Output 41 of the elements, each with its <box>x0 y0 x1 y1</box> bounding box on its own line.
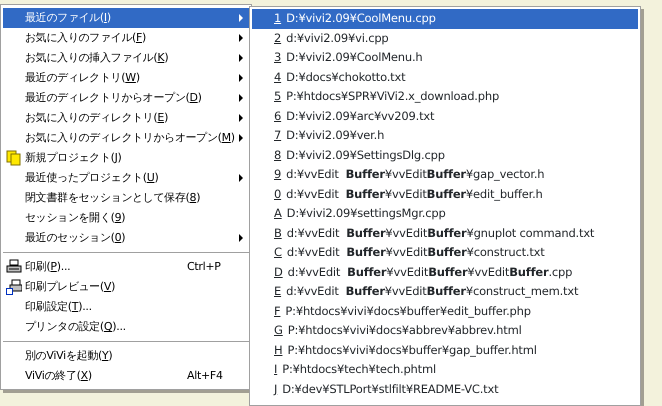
menu-item[interactable]: お気に入りのディレクトリ(E) <box>3 108 249 128</box>
recent-file-item[interactable]: I P:¥htdocs¥tech¥tech.phtml <box>252 360 638 380</box>
menu-item[interactable]: 印刷プレビュー(V) <box>3 277 249 297</box>
print-preview-icon <box>6 279 22 295</box>
recent-file-item[interactable]: 5 P:¥htdocs¥SPR¥ViVi2.x_download.php <box>252 87 638 106</box>
recent-file-item[interactable]: B d:¥vvEdit Buffer¥vvEditBuffer¥gnuplot command.txt <box>252 224 638 243</box>
menu-item[interactable]: 別のViViを起動(Y) <box>3 346 249 366</box>
menu-item[interactable]: お気に入りの挿入ファイル(K) <box>3 48 249 68</box>
menu-item[interactable]: 最近のディレクトリ(W) <box>3 68 249 88</box>
recent-file-item[interactable]: J D:¥dev¥STLPort¥stlfilt¥README-VC.txt <box>252 380 638 399</box>
menu-item[interactable]: 閉文書群をセッションとして保存(8) <box>3 188 249 208</box>
menu-item[interactable]: 最近のディレクトリからオープン(D) <box>3 88 249 108</box>
recent-file-item[interactable]: G P:¥htdocs¥vivi¥docs¥abbrev¥abbrev.html <box>252 321 638 340</box>
menu-item[interactable]: セッションを開く(9) <box>3 208 249 228</box>
menu-item[interactable]: プリンタの設定(Q)... <box>3 317 249 337</box>
recent-file-item[interactable]: 6 D:¥vivi2.09¥arc¥vv209.txt <box>252 106 638 126</box>
recent-file-item[interactable]: H P:¥htdocs¥vivi¥docs¥buffer¥gap_buffer.html <box>252 340 638 360</box>
menu-item[interactable]: 最近使ったプロジェクト(U) <box>3 168 249 188</box>
recent-file-item[interactable]: 7 D:¥vivi2.09¥ver.h <box>252 126 638 146</box>
recent-file-item[interactable]: 4 D:¥docs¥chokotto.txt <box>252 68 638 87</box>
menu-item[interactable]: 最近のセッション(0) <box>3 228 249 248</box>
recent-file-item[interactable]: C d:¥vvEdit Buffer¥vvEditBuffer¥construct.txt <box>252 243 638 262</box>
recent-file-item[interactable]: A D:¥vivi2.09¥settingsMgr.cpp <box>252 204 638 224</box>
recent-file-item[interactable]: E d:¥vvEdit Buffer¥vvEditBuffer¥construct_mem.txt <box>252 282 638 302</box>
printer-icon <box>6 259 22 275</box>
menu-item[interactable]: 新規プロジェクト(J) <box>3 148 249 168</box>
menu-item[interactable]: お気に入りのファイル(F) <box>3 28 249 48</box>
recent-file-item[interactable]: F P:¥htdocs¥vivi¥docs¥buffer¥edit_buffer.php <box>252 302 638 321</box>
recent-file-item[interactable]: 1 D:¥vivi2.09¥CoolMenu.cpp <box>252 9 638 28</box>
recent-file-item[interactable]: 2 d:¥vivi2.09¥vi.cpp <box>252 28 638 48</box>
recent-file-item[interactable]: 0 d:¥vvEdit Buffer¥vvEditBuffer¥edit_buffer.h <box>252 184 638 204</box>
project-icon <box>6 150 22 166</box>
recent-file-item[interactable]: 9 d:¥vvEdit Buffer¥vvEditBuffer¥gap_vector.h <box>252 165 638 184</box>
menu-item[interactable]: 最近のファイル(I) <box>3 8 249 28</box>
menu-item[interactable]: 印刷(P)... Ctrl+P <box>3 257 249 277</box>
menu-item[interactable]: 印刷設定(T)... <box>3 297 249 317</box>
recent-file-item[interactable]: D d:¥vvEdit Buffer¥vvEditBuffer¥vvEditBuffer.cpp <box>252 262 638 282</box>
recent-file-item[interactable]: 8 D:¥vivi2.09¥SettingsDlg.cpp <box>252 146 638 165</box>
recent-file-item[interactable]: 3 D:¥vivi2.09¥CoolMenu.h <box>252 48 638 68</box>
menu-item[interactable]: ViViの終了(X) Alt+F4 <box>3 366 249 386</box>
menu-item[interactable]: お気に入りのディレクトリからオープン(M) <box>3 128 249 148</box>
